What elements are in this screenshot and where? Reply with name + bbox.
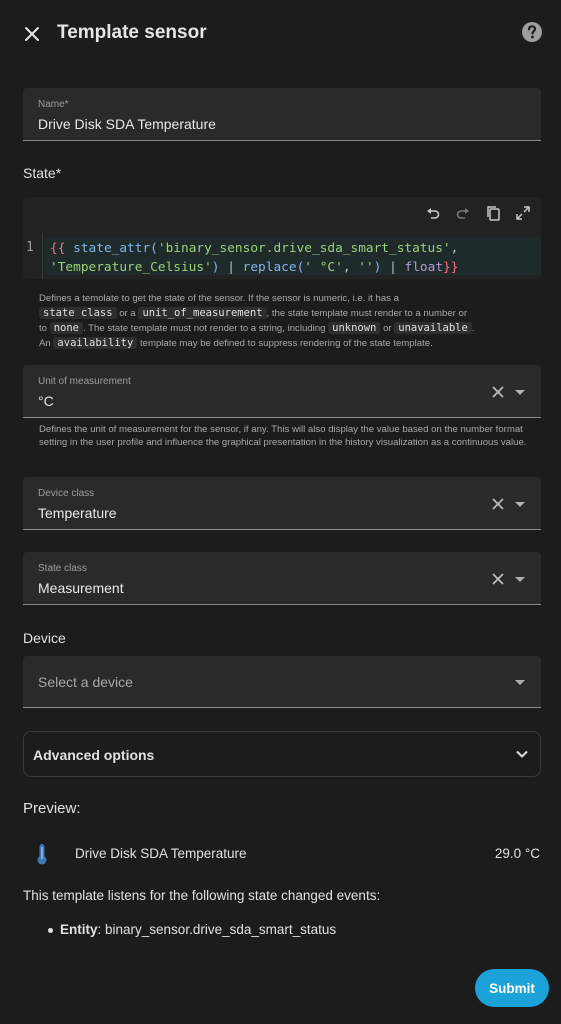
clear-icon[interactable] bbox=[491, 385, 505, 399]
submit-button[interactable]: Submit bbox=[475, 969, 549, 1007]
state-label: State* bbox=[23, 165, 62, 181]
advanced-options-label: Advanced options bbox=[33, 747, 155, 763]
dropdown-icon[interactable] bbox=[515, 680, 525, 685]
device-select[interactable]: Select a device bbox=[23, 656, 541, 708]
unit-helper-text: Defines the unit of measurement for the … bbox=[39, 424, 527, 448]
code-open-brace: {{ bbox=[50, 241, 66, 256]
gutter-divider bbox=[42, 233, 43, 279]
preview-title: Preview: bbox=[23, 800, 81, 817]
code-replace: replace( bbox=[234, 260, 305, 275]
help-button[interactable] bbox=[521, 21, 545, 45]
preview-entity-name: Drive Disk SDA Temperature bbox=[75, 846, 247, 861]
device-placeholder: Select a device bbox=[38, 674, 133, 690]
code-pipe-2: | bbox=[389, 260, 397, 275]
code-paren: ) bbox=[211, 260, 228, 275]
name-field-value[interactable]: Drive Disk SDA Temperature bbox=[38, 116, 216, 132]
code-paren-2: ) bbox=[373, 260, 390, 275]
unit-field-label: Unit of measurement bbox=[38, 376, 131, 387]
state-helper-text: Defines a temolate to get the state of t… bbox=[39, 292, 529, 350]
code-arg-entity: 'binary_sensor.drive_sda_smart_status' bbox=[157, 241, 451, 256]
fullscreen-icon bbox=[516, 206, 530, 220]
code-comma-2: , bbox=[342, 260, 359, 275]
line-number: 1 bbox=[26, 240, 34, 255]
copy-button[interactable] bbox=[481, 201, 505, 225]
state-class-label: State class bbox=[38, 563, 87, 574]
name-field-label: Name* bbox=[38, 99, 69, 110]
dropdown-icon[interactable] bbox=[515, 390, 525, 395]
redo-icon bbox=[456, 208, 469, 219]
code-arg-unit: ' °C' bbox=[304, 260, 343, 275]
close-icon bbox=[25, 27, 39, 41]
preview-entity-value: 29.0 °C bbox=[494, 846, 540, 861]
dropdown-icon[interactable] bbox=[515, 502, 525, 507]
thermometer-icon bbox=[37, 844, 47, 865]
clear-icon[interactable] bbox=[491, 572, 505, 586]
redo-button[interactable] bbox=[451, 201, 475, 225]
device-label: Device bbox=[23, 630, 66, 646]
name-field[interactable]: Name* Drive Disk SDA Temperature bbox=[23, 88, 541, 141]
clear-icon[interactable] bbox=[491, 497, 505, 511]
listened-entity: Entity: binary_sensor.drive_sda_smart_st… bbox=[60, 922, 336, 937]
state-class-field[interactable]: State class Measurement bbox=[23, 552, 541, 605]
close-button[interactable] bbox=[18, 20, 46, 48]
fullscreen-button[interactable] bbox=[511, 201, 535, 225]
help-circle-icon bbox=[522, 22, 542, 42]
entity-id: : binary_sensor.drive_sda_smart_status bbox=[97, 922, 337, 937]
dialog-title: Template sensor bbox=[57, 22, 207, 43]
unit-field-value[interactable]: °C bbox=[38, 393, 54, 409]
code-arg-attribute: 'Temperature_Celsius' bbox=[50, 260, 212, 275]
template-sensor-dialog: Template sensor Name* Drive Disk SDA Tem… bbox=[2, 0, 559, 1024]
unit-of-measurement-field[interactable]: Unit of measurement °C bbox=[23, 365, 541, 418]
code-float: float bbox=[396, 260, 444, 275]
code-comma: , bbox=[450, 241, 459, 256]
code-arg-empty: '' bbox=[358, 260, 374, 275]
code-none: none bbox=[49, 322, 83, 334]
state-helper-line-4: An availability template may be defined … bbox=[39, 337, 433, 349]
device-class-value[interactable]: Temperature bbox=[38, 505, 117, 521]
state-helper-line-2: state class or a unit_of_measurement, th… bbox=[39, 307, 529, 320]
entity-label: Entity bbox=[60, 922, 98, 937]
undo-icon bbox=[427, 208, 440, 219]
dropdown-icon[interactable] bbox=[515, 577, 525, 582]
device-class-field[interactable]: Device class Temperature bbox=[23, 477, 541, 530]
code-unit-of-measurement: unit_of_measurement bbox=[138, 307, 267, 319]
dialog-header: Template sensor bbox=[2, 0, 559, 68]
undo-button[interactable] bbox=[421, 201, 445, 225]
code-unknown: unknown bbox=[328, 322, 381, 334]
code-state-class: state class bbox=[39, 307, 117, 319]
advanced-options-expander[interactable]: Advanced options bbox=[23, 731, 541, 777]
state-helper-line-3: to none. The state template must not ren… bbox=[39, 322, 475, 334]
listen-description: This template listens for the following … bbox=[23, 888, 381, 903]
state-class-value[interactable]: Measurement bbox=[38, 580, 124, 596]
template-code[interactable]: {{ state_attr('binary_sensor.drive_sda_s… bbox=[50, 239, 458, 277]
editor-toolbar bbox=[421, 201, 535, 225]
code-unavailable: unavailable bbox=[394, 322, 472, 334]
code-close-brace: }} bbox=[443, 260, 459, 275]
device-class-label: Device class bbox=[38, 488, 95, 499]
code-availability: availability bbox=[53, 337, 138, 349]
bullet bbox=[48, 928, 53, 933]
code-fn: state_attr( bbox=[65, 241, 158, 256]
code-pipe: | bbox=[227, 260, 235, 275]
state-helper-line-1: Defines a temolate to get the state of t… bbox=[39, 293, 399, 304]
copy-icon bbox=[487, 206, 500, 221]
state-template-editor[interactable]: 1 {{ state_attr('binary_sensor.drive_sda… bbox=[23, 197, 541, 279]
chevron-down-icon bbox=[516, 750, 528, 758]
